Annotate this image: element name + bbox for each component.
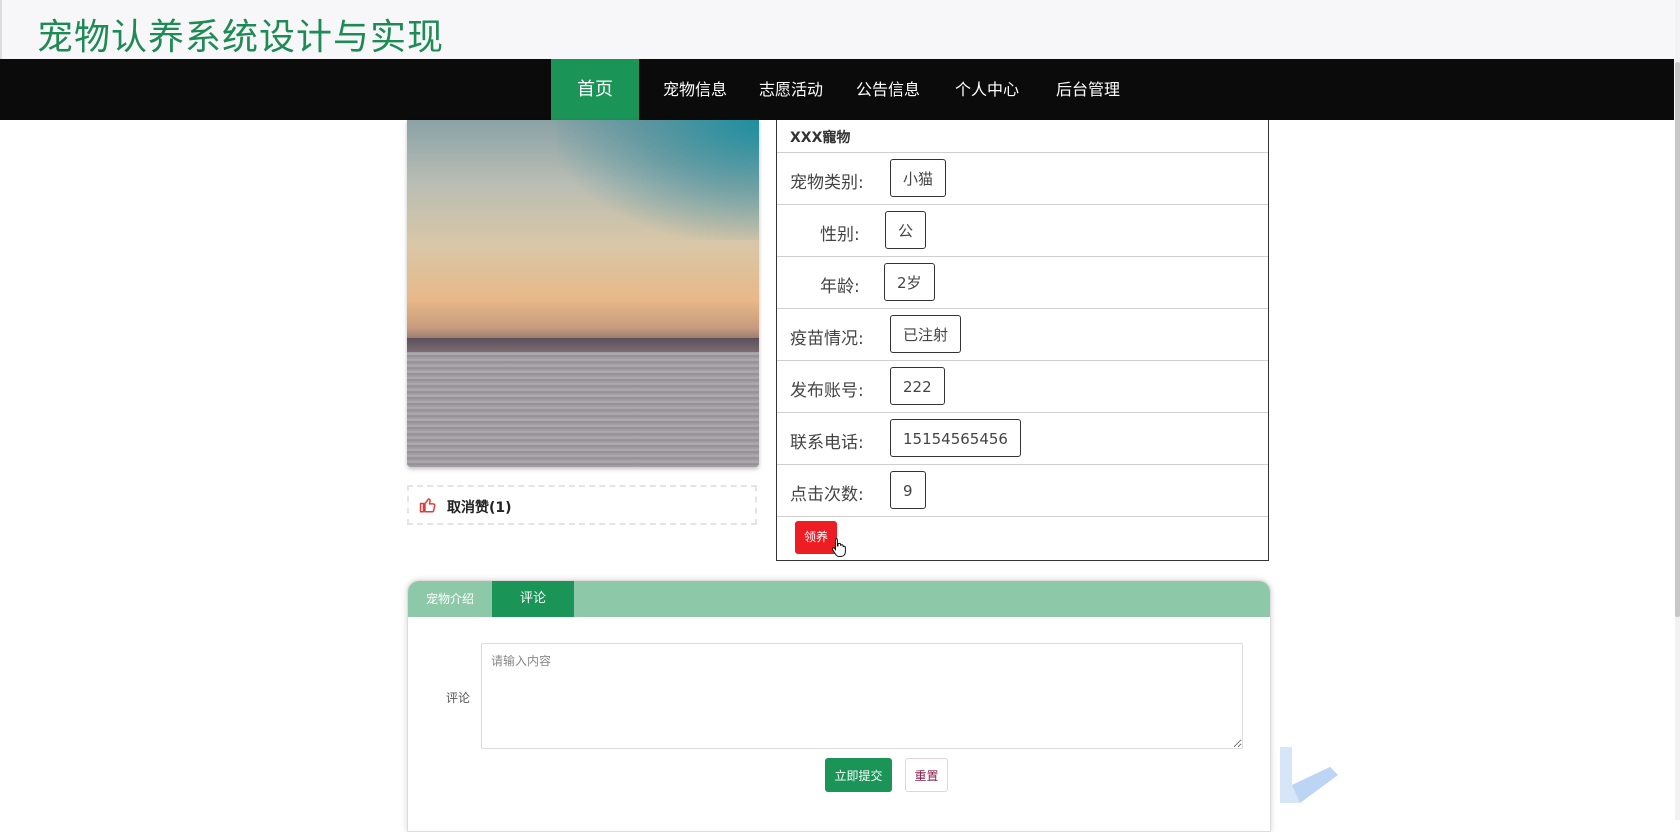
hand-cursor-icon <box>831 538 846 557</box>
gender-value: 公 <box>885 211 927 249</box>
category-label: 宠物类别: <box>790 173 864 193</box>
adopt-label: 领养 <box>803 530 828 544</box>
gender-label: 性别: <box>820 225 860 245</box>
site-title: 宠物认养系统设计与实现 <box>37 17 445 58</box>
page-scrollbar[interactable] <box>1675 0 1680 820</box>
info-row-clicks: 点击次数: 9 <box>777 465 1268 517</box>
age-label: 年龄: <box>820 277 860 297</box>
nav-item-profile[interactable]: 个人中心 <box>948 59 1026 120</box>
submit-button[interactable]: 立即提交 <box>825 758 892 792</box>
age-value: 2岁 <box>884 263 935 301</box>
pet-tabs-card: 宠物介绍 评论 评论 立即提交 重置 <box>407 580 1271 832</box>
info-row-phone: 联系电话: 15154565456 <box>777 413 1268 465</box>
like-toggle[interactable]: 取消赞(1) <box>407 485 757 525</box>
pet-name-row: XXX寵物 <box>777 120 1268 153</box>
clicks-value: 9 <box>890 471 926 509</box>
adopt-button[interactable]: 领养 <box>795 521 846 557</box>
pet-info-table: XXX寵物 宠物类别: 小猫 性别: 公 年龄: 2岁 疫苗情况: 已注射 发布… <box>776 120 1269 561</box>
clicks-label: 点击次数: <box>790 485 864 505</box>
comment-input[interactable] <box>481 643 1243 749</box>
info-row-gender: 性别: 公 <box>777 205 1268 257</box>
photo-water <box>407 352 759 467</box>
category-value: 小猫 <box>890 159 947 197</box>
info-row-vaccine: 疫苗情况: 已注射 <box>777 309 1268 361</box>
tab-pet-intro[interactable]: 宠物介绍 <box>408 581 492 617</box>
like-label: 取消赞(1) <box>447 500 512 516</box>
pet-name: XXX寵物 <box>790 130 851 146</box>
nav-item-admin[interactable]: 后台管理 <box>1049 59 1127 120</box>
photo-sky <box>557 120 759 240</box>
account-value: 222 <box>890 367 945 405</box>
info-row-category: 宠物类别: 小猫 <box>777 153 1268 205</box>
nav-item-home[interactable]: 首页 <box>551 59 639 120</box>
pet-photo <box>407 120 759 467</box>
phone-label: 联系电话: <box>790 433 864 453</box>
thumbs-up-icon <box>419 498 436 513</box>
account-label: 发布账号: <box>790 381 864 401</box>
info-row-age: 年龄: 2岁 <box>777 257 1268 309</box>
vaccine-value: 已注射 <box>890 315 962 353</box>
site-header: 宠物认养系统设计与实现 <box>0 0 1676 60</box>
nav-item-volunteer[interactable]: 志愿活动 <box>752 59 830 120</box>
vaccine-label: 疫苗情况: <box>790 329 864 349</box>
main-nav: 首页 宠物信息 志愿活动 公告信息 个人中心 后台管理 <box>0 59 1674 120</box>
tab-bar: 宠物介绍 评论 <box>408 581 1270 617</box>
nav-item-notices[interactable]: 公告信息 <box>849 59 927 120</box>
watermark-logo-icon <box>1280 747 1338 803</box>
phone-value: 15154565456 <box>890 419 1021 457</box>
nav-item-pet-info[interactable]: 宠物信息 <box>656 59 734 120</box>
comment-label: 评论 <box>446 691 471 705</box>
tab-comments[interactable]: 评论 <box>492 581 574 617</box>
info-row-account: 发布账号: 222 <box>777 361 1268 413</box>
reset-button[interactable]: 重置 <box>905 758 948 792</box>
photo-horizon <box>407 338 759 352</box>
scrollbar-thumb[interactable] <box>1675 62 1680 617</box>
